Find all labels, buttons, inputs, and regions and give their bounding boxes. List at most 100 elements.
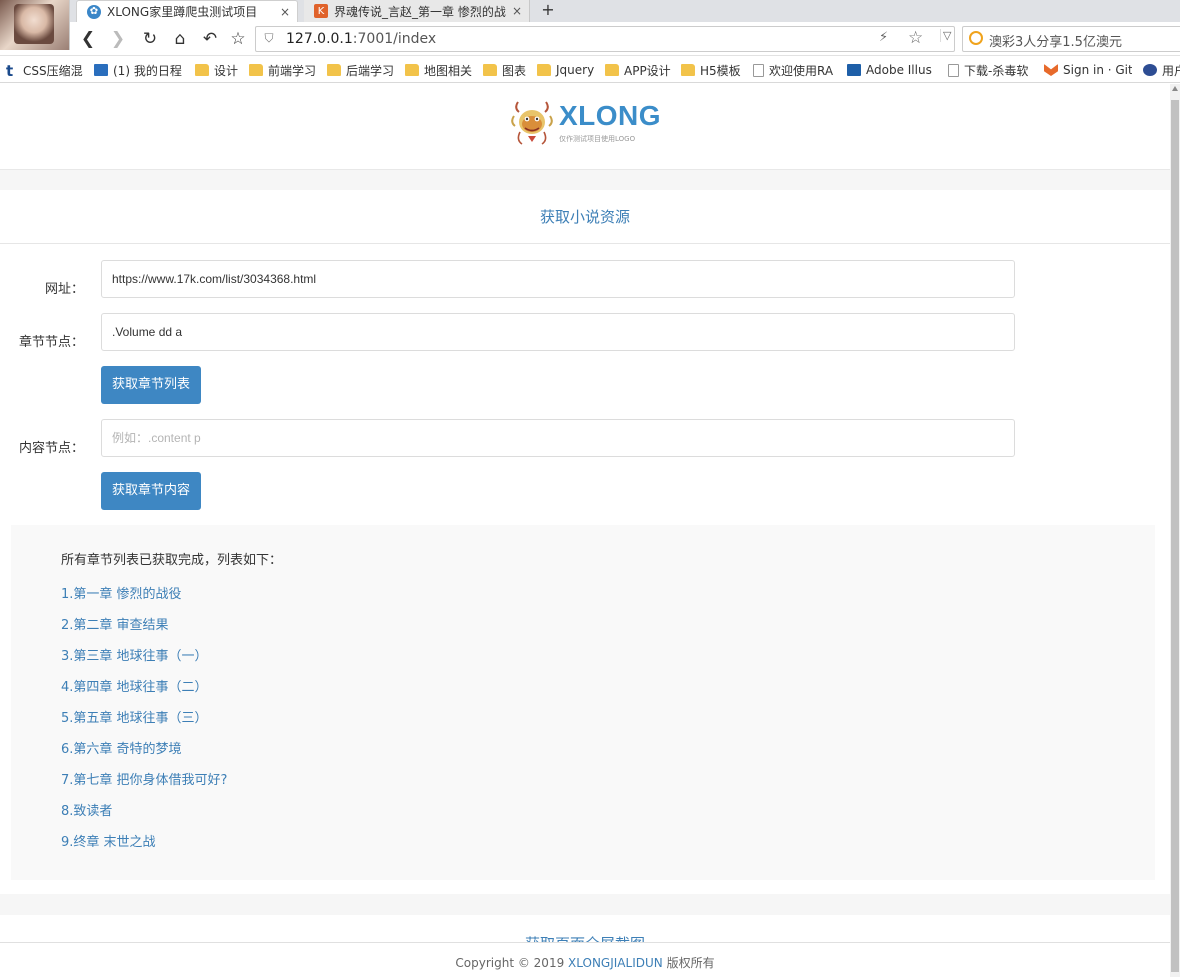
tab-xlong[interactable]: ✿ XLONG家里蹲爬虫测试项目 ×: [76, 0, 298, 22]
calendar-icon: [94, 64, 108, 76]
tab-close-icon[interactable]: ×: [277, 5, 293, 19]
favorite-star-icon[interactable]: ☆: [908, 28, 923, 48]
bookmark-label: 欢迎使用RA: [769, 63, 834, 78]
bookmark-folder-jquery[interactable]: Jquery: [537, 61, 594, 79]
chapter-list: 1.第一章 惨烈的战役 2.第二章 审查结果 3.第三章 地球往事（一） 4.第…: [61, 583, 227, 862]
xlong-favicon-icon: ✿: [87, 4, 101, 19]
bookmark-calendar[interactable]: (1) 我的日程: [94, 61, 182, 79]
dragon-logo-icon: [511, 101, 553, 145]
url-field[interactable]: [101, 260, 1015, 298]
chapter-link[interactable]: 3.第三章 地球往事（一）: [61, 645, 227, 676]
chapter-link[interactable]: 2.第二章 审查结果: [61, 614, 227, 645]
scroll-up-arrow-icon[interactable]: [1172, 86, 1178, 91]
site-logo[interactable]: XLONG 仅作测试项目使用LOGO: [508, 98, 668, 150]
search-text: 澳彩3人分享1.5亿澳元: [989, 35, 1122, 50]
bookmark-label: Adobe Illus: [866, 63, 932, 77]
document-icon: [948, 63, 959, 77]
bookmark-folder-h5[interactable]: H5模板: [681, 61, 741, 79]
chevron-down-icon[interactable]: ▽: [940, 29, 954, 42]
novel-form-card: 获取小说资源 网址： 章节节点： 获取章节列表 内容节点： 获取章节内容 所有章…: [0, 190, 1170, 894]
url-label: 网址：: [44, 282, 84, 297]
k-favicon-icon: K: [314, 4, 328, 18]
chapter-node-field[interactable]: [101, 313, 1015, 351]
folder-icon: [681, 64, 695, 76]
bookmark-folder-chart[interactable]: 图表: [483, 61, 526, 79]
chapter-link[interactable]: 9.终章 末世之战: [61, 831, 227, 862]
chapter-link[interactable]: 8.致读者: [61, 800, 227, 831]
tab-title: 界魂传说_言赵_第一章 惨烈的战: [334, 4, 506, 19]
chapter-link[interactable]: 6.第六章 奇特的梦境: [61, 738, 227, 769]
tab-novel[interactable]: K 界魂传说_言赵_第一章 惨烈的战 ×: [304, 0, 530, 22]
copyright-text: Copyright © 2019: [455, 956, 569, 970]
folder-icon: [405, 64, 419, 76]
tumblr-icon: t: [6, 62, 14, 80]
shield-icon: ⛉: [264, 31, 274, 45]
tab-title: XLONG家里蹲爬虫测试项目: [107, 5, 258, 19]
logo-subtext: 仅作测试项目使用LOGO: [559, 135, 636, 143]
bookmark-label: Jquery: [556, 63, 595, 77]
bookmark-gitlab[interactable]: Sign in · Git: [1044, 61, 1132, 79]
home-icon[interactable]: ⌂: [168, 27, 192, 51]
bookmark-rap[interactable]: 欢迎使用RA: [753, 61, 835, 79]
bookmark-label: (1) 我的日程: [113, 63, 182, 78]
scrollbar-thumb[interactable]: [1171, 100, 1179, 972]
bookmark-folder-backend[interactable]: 后端学习: [327, 61, 394, 79]
section-title: 获取小说资源: [0, 190, 1170, 244]
bookmark-css[interactable]: t CSS压缩混: [6, 61, 83, 79]
content-node-label: 内容节点：: [18, 441, 84, 456]
get-content-button[interactable]: 获取章节内容: [101, 472, 201, 510]
new-tab-button[interactable]: +: [538, 0, 558, 22]
chapter-link[interactable]: 7.第七章 把你身体借我可好?: [61, 769, 227, 800]
document-icon: [753, 63, 764, 77]
folder-icon: [195, 64, 209, 76]
url-text[interactable]: 127.0.0.1:7001/index: [286, 31, 436, 47]
bookmark-star-icon[interactable]: ☆: [226, 27, 250, 51]
address-bar[interactable]: ⛉ 127.0.0.1:7001/index ⚡ ☆ ▽: [255, 26, 955, 52]
bookmarks-bar: t CSS压缩混 (1) 我的日程 设计 前端学习 后端学习 地图相关 图表 Jq…: [0, 57, 1180, 83]
bookmark-label: 前端学习: [268, 63, 317, 78]
avatar-image: [14, 4, 54, 44]
search-box[interactable]: 澳彩3人分享1.5亿澳元: [962, 26, 1180, 52]
user-avatar[interactable]: [0, 0, 70, 50]
bookmark-label: Sign in · Git: [1063, 63, 1132, 77]
chapter-link[interactable]: 4.第四章 地球往事（二）: [61, 676, 227, 707]
logo-text: XLONG: [559, 100, 662, 131]
adobe-icon: [847, 64, 861, 76]
browser-toolbar: ❮ ❯ ↻ ⌂ ↶ ☆ ⛉ 127.0.0.1:7001/index ⚡ ☆ ▽…: [0, 22, 1180, 56]
undo-icon[interactable]: ↶: [198, 27, 222, 51]
get-chapters-button[interactable]: 获取章节列表: [101, 366, 201, 404]
tab-close-icon[interactable]: ×: [509, 4, 525, 18]
bookmark-folder-design[interactable]: 设计: [195, 61, 238, 79]
content-node-field[interactable]: [101, 419, 1015, 457]
chapter-link[interactable]: 5.第五章 地球往事（三）: [61, 707, 227, 738]
browser-window: ✿ XLONG家里蹲爬虫测试项目 × K 界魂传说_言赵_第一章 惨烈的战 × …: [0, 0, 1180, 977]
bookmark-user[interactable]: 用户: [1143, 61, 1180, 79]
bookmark-download[interactable]: 下载-杀毒软: [948, 61, 1032, 79]
bookmark-adobe[interactable]: Adobe Illus: [847, 61, 937, 79]
site-header: XLONG 仅作测试项目使用LOGO: [0, 84, 1170, 170]
footer-brand-link[interactable]: XLONGJIALIDUN: [568, 956, 663, 970]
page-footer: Copyright © 2019 XLONGJIALIDUN 版权所有: [0, 942, 1170, 977]
reload-icon[interactable]: ↻: [138, 27, 162, 51]
bookmark-label: CSS压缩混: [23, 63, 83, 78]
bookmark-folder-frontend[interactable]: 前端学习: [249, 61, 316, 79]
url-path: :7001/index: [352, 31, 437, 47]
chapter-link[interactable]: 1.第一章 惨烈的战役: [61, 583, 227, 614]
results-heading: 所有章节列表已获取完成，列表如下：: [61, 553, 283, 568]
folder-icon: [483, 64, 497, 76]
globe-icon: [1143, 64, 1157, 76]
results-panel: 所有章节列表已获取完成，列表如下： 1.第一章 惨烈的战役 2.第二章 审查结果…: [11, 525, 1155, 880]
gitlab-icon: [1044, 64, 1058, 76]
bookmark-label: 地图相关: [424, 63, 473, 78]
bookmark-folder-map[interactable]: 地图相关: [405, 61, 472, 79]
bookmark-label: 下载-杀毒软: [964, 63, 1029, 78]
bookmark-folder-app[interactable]: APP设计: [605, 61, 671, 79]
folder-icon: [605, 64, 619, 76]
page-content: XLONG 仅作测试项目使用LOGO 获取小说资源 网址： 章节节点： 获取章节…: [0, 84, 1170, 977]
rights-text: 版权所有: [662, 956, 715, 970]
tab-strip: ✿ XLONG家里蹲爬虫测试项目 × K 界魂传说_言赵_第一章 惨烈的战 × …: [0, 0, 1180, 50]
back-icon[interactable]: ❮: [76, 27, 100, 51]
forward-icon[interactable]: ❯: [106, 27, 130, 51]
lightning-icon[interactable]: ⚡: [879, 30, 888, 45]
bookmark-label: APP设计: [624, 63, 671, 78]
